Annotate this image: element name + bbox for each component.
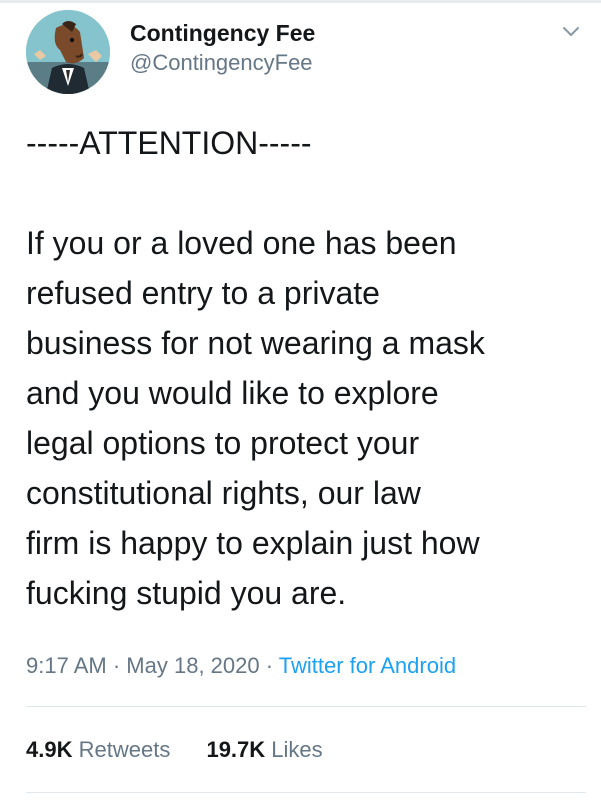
meta-separator: · — [265, 653, 274, 678]
retweets-label: Retweets — [78, 737, 171, 762]
tweet-header: Contingency Fee @ContingencyFee — [26, 10, 586, 96]
top-border — [0, 0, 601, 3]
divider — [26, 792, 586, 793]
tweet-date[interactable]: May 18, 2020 — [126, 653, 259, 678]
divider — [26, 706, 586, 707]
author-names: Contingency Fee @ContingencyFee — [130, 18, 315, 78]
tweet-stats: 4.9K Retweets 19.7K Likes — [26, 736, 353, 764]
likes-stat[interactable]: 19.7K Likes — [206, 736, 322, 764]
likes-label: Likes — [271, 737, 323, 762]
tweet-time[interactable]: 9:17 AM — [26, 653, 107, 678]
tweet-text: If you or a loved one has been refused e… — [26, 225, 485, 611]
chevron-down-icon[interactable] — [560, 20, 582, 42]
cartoon-horse-lawyer-icon — [26, 10, 110, 94]
tweet-source-link[interactable]: Twitter for Android — [279, 653, 456, 678]
avatar[interactable] — [26, 10, 110, 94]
likes-count: 19.7K — [206, 737, 266, 762]
retweets-count: 4.9K — [26, 737, 73, 762]
display-name[interactable]: Contingency Fee — [130, 18, 315, 48]
tweet-attention-line: -----ATTENTION----- — [26, 125, 312, 161]
handle[interactable]: @ContingencyFee — [130, 48, 315, 78]
tweet-body: -----ATTENTION----- If you or a loved on… — [26, 118, 586, 618]
meta-separator: · — [112, 653, 121, 678]
retweets-stat[interactable]: 4.9K Retweets — [26, 736, 170, 764]
tweet-meta: 9:17 AM · May 18, 2020 · Twitter for And… — [26, 652, 456, 680]
